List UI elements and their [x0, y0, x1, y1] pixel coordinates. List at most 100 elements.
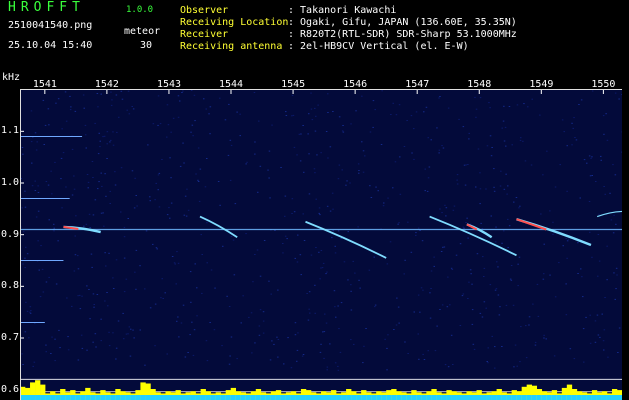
noise-speck	[123, 257, 126, 259]
noise-speck	[605, 113, 607, 115]
noise-speck	[30, 141, 33, 143]
noise-floor-bar	[526, 395, 532, 400]
noise-speck	[310, 254, 313, 256]
noise-speck	[123, 291, 126, 293]
noise-speck	[109, 141, 111, 143]
noise-floor-bar	[135, 395, 141, 400]
noise-speck	[262, 311, 265, 313]
noise-speck	[530, 164, 533, 166]
noise-floor-bar	[561, 395, 568, 400]
noise-speck	[35, 149, 38, 151]
noise-speck	[296, 261, 299, 263]
noise-speck	[329, 343, 331, 345]
noise-speck	[436, 325, 438, 327]
noise-speck	[386, 347, 388, 349]
noise-speck	[86, 174, 89, 175]
noise-speck	[108, 331, 110, 333]
noise-speck	[489, 107, 491, 109]
noise-speck	[120, 211, 122, 213]
noise-speck	[53, 227, 55, 229]
noise-speck	[37, 185, 39, 187]
noise-speck	[322, 331, 324, 333]
mode-value: 30	[140, 40, 153, 51]
noise-speck	[248, 316, 250, 318]
noise-speck	[426, 190, 429, 192]
noise-speck	[505, 173, 507, 175]
noise-speck	[284, 195, 287, 197]
noise-speck	[430, 288, 432, 289]
noise-speck	[598, 213, 600, 215]
meteor-echo	[429, 215, 517, 257]
noise-speck	[374, 306, 376, 308]
noise-speck	[268, 280, 270, 282]
noise-speck	[117, 320, 120, 322]
noise-speck	[205, 108, 207, 110]
noise-floor-bar	[446, 395, 452, 400]
noise-speck	[519, 139, 522, 141]
noise-speck	[534, 344, 537, 346]
noise-speck	[85, 147, 87, 149]
noise-speck	[364, 155, 366, 157]
noise-speck	[64, 91, 67, 93]
noise-speck	[128, 326, 131, 328]
noise-speck	[197, 179, 199, 181]
noise-speck	[157, 124, 159, 126]
noise-speck	[318, 207, 321, 209]
noise-speck	[398, 322, 400, 324]
noise-speck	[176, 251, 178, 253]
noise-speck	[191, 321, 193, 323]
noise-speck	[149, 196, 151, 198]
noise-speck	[562, 245, 564, 247]
noise-speck	[94, 333, 97, 335]
noise-speck	[413, 311, 415, 313]
noise-floor-bar	[90, 395, 96, 400]
noise-speck	[462, 126, 465, 128]
noise-speck	[194, 263, 196, 265]
noise-speck	[88, 289, 90, 290]
noise-speck	[129, 355, 132, 357]
noise-floor-bar	[501, 395, 507, 400]
receiver-label: Receiver	[180, 29, 229, 40]
noise-speck	[54, 161, 56, 163]
noise-speck	[209, 106, 212, 108]
noise-speck	[92, 293, 95, 295]
noise-speck	[573, 358, 576, 360]
noise-speck	[342, 125, 344, 126]
noise-speck	[404, 341, 406, 343]
noise-speck	[427, 137, 429, 139]
noise-floor-bar	[581, 395, 588, 400]
noise-speck	[242, 295, 244, 297]
location-value: : Ogaki, Gifu, JAPAN (136.60E, 35.35N)	[288, 17, 517, 28]
noise-speck	[53, 230, 55, 232]
mode-label: meteor	[124, 26, 161, 37]
noise-speck	[217, 181, 220, 182]
noise-speck	[113, 288, 115, 289]
noise-speck	[510, 265, 513, 266]
noise-speck	[339, 351, 342, 353]
noise-speck	[334, 362, 337, 364]
noise-speck	[123, 338, 125, 340]
noise-speck	[601, 313, 603, 315]
noise-speck	[329, 146, 332, 148]
noise-floor-bar	[341, 395, 347, 400]
noise-floor-bar	[255, 395, 262, 400]
noise-speck	[571, 144, 573, 146]
noise-speck	[178, 336, 180, 338]
noise-speck	[370, 197, 373, 198]
noise-speck	[154, 199, 156, 201]
noise-speck	[520, 326, 522, 328]
noise-speck	[614, 174, 617, 176]
noise-speck	[84, 134, 87, 136]
noise-speck	[71, 305, 73, 307]
noise-speck	[97, 188, 99, 190]
noise-speck	[468, 138, 470, 140]
noise-speck	[600, 159, 602, 161]
noise-speck	[99, 146, 101, 148]
noise-speck	[74, 254, 77, 256]
noise-floor-bar	[215, 395, 221, 400]
noise-speck	[59, 347, 61, 349]
noise-speck	[475, 186, 477, 188]
noise-floor-bar	[105, 395, 111, 400]
noise-speck	[317, 104, 319, 106]
noise-floor-bar	[541, 395, 548, 400]
